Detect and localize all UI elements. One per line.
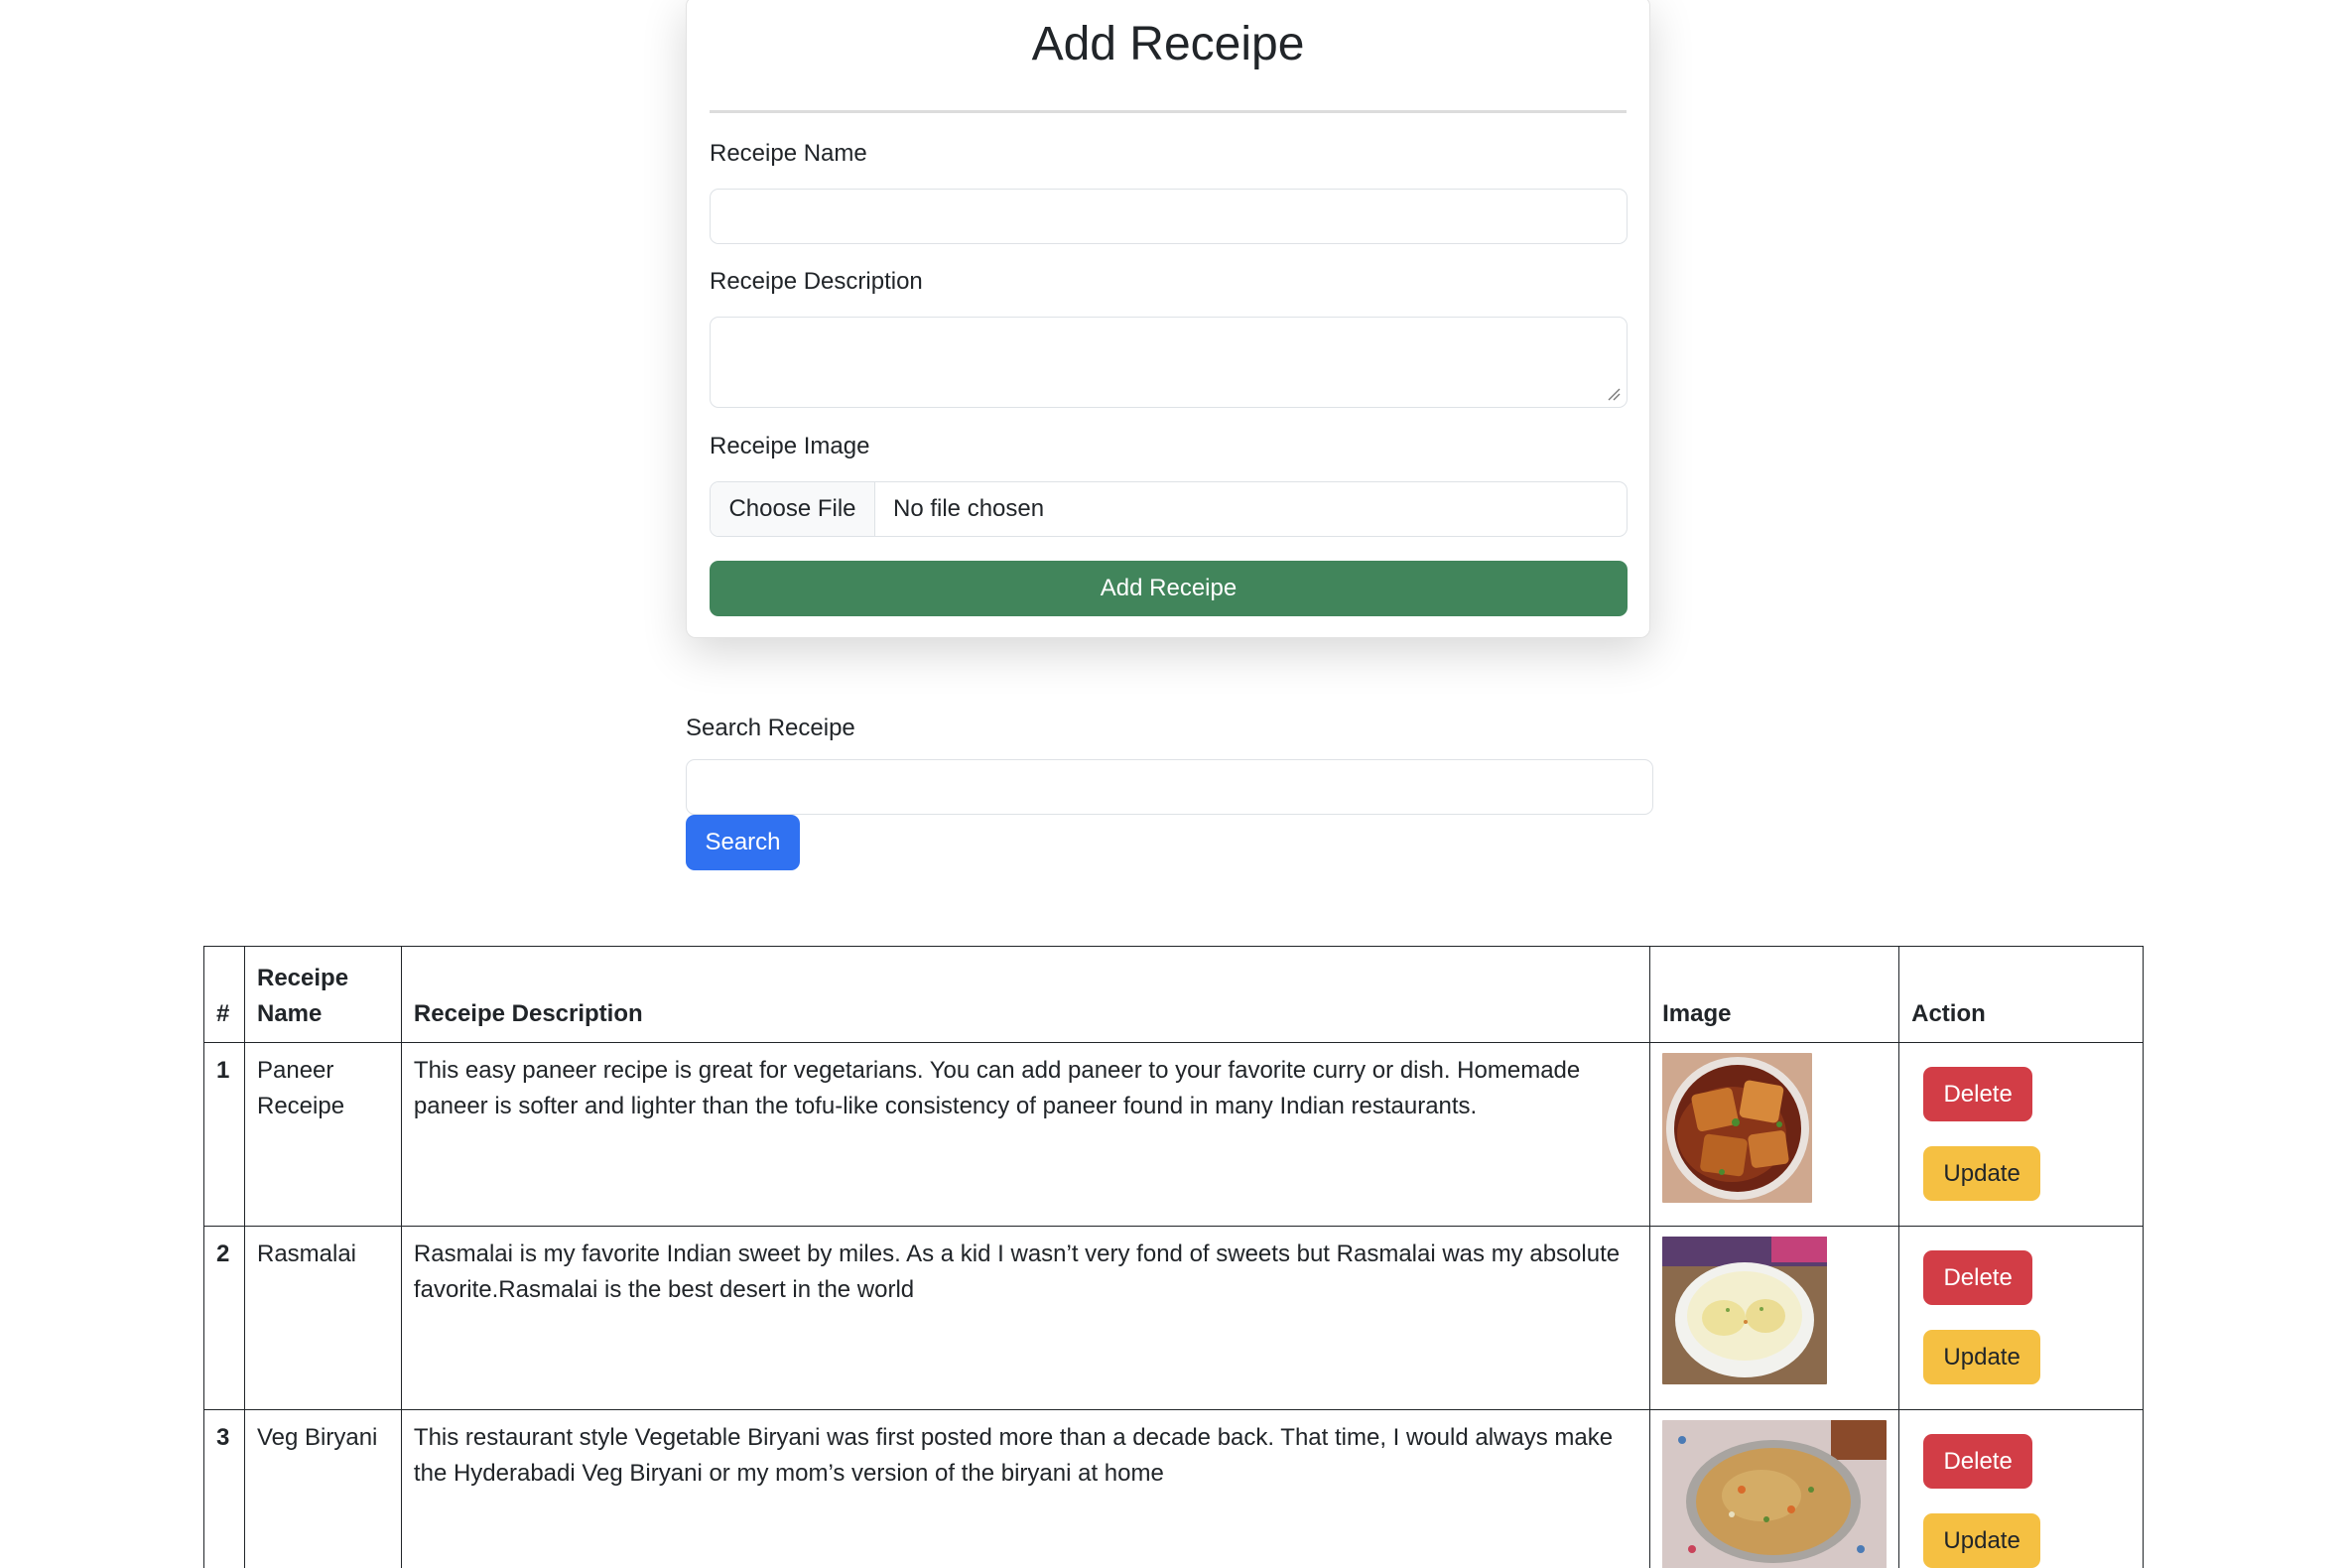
receipe-description-label: Receipe Description: [710, 268, 923, 295]
row-index: 2: [203, 1226, 245, 1410]
update-button[interactable]: Update: [1923, 1513, 2041, 1568]
update-button[interactable]: Update: [1923, 1330, 2041, 1384]
row-name: Paneer Receipe: [243, 1042, 402, 1227]
delete-button[interactable]: Delete: [1923, 1250, 2033, 1305]
row-description: This restaurant style Vegetable Biryani …: [400, 1409, 1651, 1568]
row-action-cell: Delete Update: [1898, 1226, 2144, 1410]
delete-button[interactable]: Delete: [1923, 1067, 2033, 1121]
row-name: Rasmalai: [243, 1226, 402, 1410]
table-row: 3 Veg Biryani This restaurant style Vege…: [203, 1409, 2144, 1568]
table-row: 1 Paneer Receipe This easy paneer recipe…: [203, 1042, 2144, 1227]
row-image-cell: [1649, 1226, 1900, 1410]
row-index: 1: [203, 1042, 245, 1227]
row-index: 3: [203, 1409, 245, 1568]
paneer-dish-image: [1662, 1053, 1813, 1203]
rasmalai-bowl-image: [1662, 1237, 1828, 1384]
page: Add Receipe Receipe Name Receipe Descrip…: [0, 0, 2346, 1568]
header-name: Receipe Name: [243, 946, 402, 1043]
row-image-cell: [1649, 1042, 1900, 1227]
receipe-image-file-input[interactable]: Choose File No file chosen: [710, 481, 1628, 537]
search-receipe-label: Search Receipe: [686, 715, 855, 741]
header-description: Receipe Description: [400, 946, 1651, 1043]
resize-handle-icon[interactable]: [1607, 387, 1621, 401]
row-action-cell: Delete Update: [1898, 1042, 2144, 1227]
receipe-image-label: Receipe Image: [710, 433, 870, 459]
delete-button[interactable]: Delete: [1923, 1434, 2033, 1489]
biryani-bowl-image: [1662, 1420, 1888, 1568]
row-action-cell: Delete Update: [1898, 1409, 2144, 1568]
receipes-table: # Receipe Name Receipe Description Image…: [203, 946, 2144, 1568]
header-action: Action: [1898, 946, 2144, 1043]
header-image: Image: [1649, 946, 1900, 1043]
receipe-description-textarea[interactable]: [710, 317, 1628, 408]
add-receipe-card: Add Receipe Receipe Name Receipe Descrip…: [686, 0, 1650, 638]
search-input[interactable]: [686, 759, 1653, 815]
card-title: Add Receipe: [1031, 18, 1305, 70]
row-image-cell: [1649, 1409, 1900, 1568]
table-row: 2 Rasmalai Rasmalai is my favorite India…: [203, 1226, 2144, 1410]
update-button[interactable]: Update: [1923, 1146, 2041, 1201]
receipe-name-input[interactable]: [710, 189, 1628, 244]
receipe-name-label: Receipe Name: [710, 140, 867, 167]
row-name: Veg Biryani: [243, 1409, 402, 1568]
row-description: This easy paneer recipe is great for veg…: [400, 1042, 1651, 1227]
add-receipe-button[interactable]: Add Receipe: [710, 561, 1628, 616]
divider: [710, 110, 1627, 113]
header-index: #: [203, 946, 245, 1043]
file-status-text: No file chosen: [893, 495, 1045, 522]
search-button[interactable]: Search: [686, 815, 800, 870]
table-header-row: # Receipe Name Receipe Description Image…: [203, 946, 2144, 1043]
row-description: Rasmalai is my favorite Indian sweet by …: [400, 1226, 1651, 1410]
choose-file-button[interactable]: Choose File: [711, 482, 875, 536]
